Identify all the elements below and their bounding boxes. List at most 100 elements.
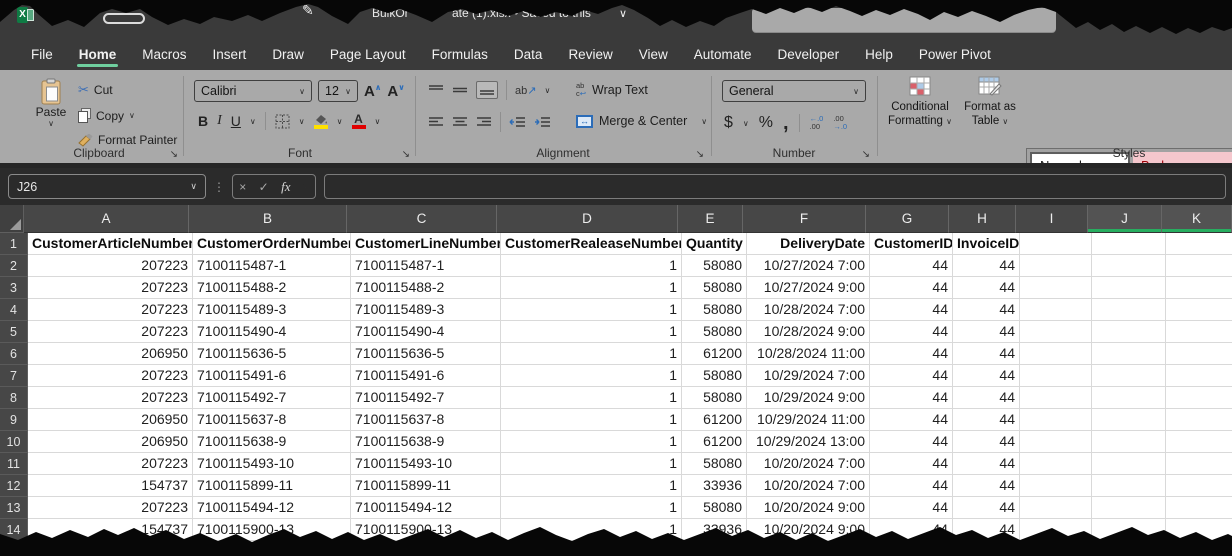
cell-H3[interactable]: 44 xyxy=(953,277,1020,299)
format-painter-button[interactable]: Format Painter xyxy=(78,133,177,147)
cell-H11[interactable]: 44 xyxy=(953,453,1020,475)
cell-I7[interactable] xyxy=(1020,365,1092,387)
cell-F11[interactable]: 10/20/2024 7:00 xyxy=(747,453,870,475)
cell-I10[interactable] xyxy=(1020,431,1092,453)
cell-I9[interactable] xyxy=(1020,409,1092,431)
cell-C9[interactable]: 7100115637-8 xyxy=(351,409,501,431)
cell-E7[interactable]: 58080 xyxy=(682,365,747,387)
cell-J11[interactable] xyxy=(1092,453,1166,475)
font-color-dropdown-icon[interactable]: ∨ xyxy=(375,117,381,126)
cell-G1[interactable]: CustomerID xyxy=(870,233,953,255)
align-center-button[interactable] xyxy=(452,116,468,128)
cell-E9[interactable]: 61200 xyxy=(682,409,747,431)
cell-G7[interactable]: 44 xyxy=(870,365,953,387)
cell-D13[interactable]: 1 xyxy=(501,497,682,519)
row-header-10[interactable]: 10 xyxy=(0,431,28,453)
font-name-combo[interactable]: Calibri∨ xyxy=(194,80,312,102)
cell-A7[interactable]: 207223 xyxy=(28,365,193,387)
tab-draw[interactable]: Draw xyxy=(259,40,317,70)
cell-A9[interactable]: 206950 xyxy=(28,409,193,431)
cell-J5[interactable] xyxy=(1092,321,1166,343)
cell-K4[interactable] xyxy=(1166,299,1232,321)
row-header-9[interactable]: 9 xyxy=(0,409,28,431)
increase-font-size-button[interactable]: A∧ xyxy=(364,83,381,100)
row-header-11[interactable]: 11 xyxy=(0,453,28,475)
underline-dropdown-icon[interactable]: ∨ xyxy=(250,117,256,126)
cell-F12[interactable]: 10/20/2024 7:00 xyxy=(747,475,870,497)
italic-button[interactable]: I xyxy=(217,113,222,129)
tab-page-layout[interactable]: Page Layout xyxy=(317,40,419,70)
cell-K1[interactable] xyxy=(1166,233,1232,255)
paste-dropdown-icon[interactable]: ∨ xyxy=(48,119,54,128)
cell-H2[interactable]: 44 xyxy=(953,255,1020,277)
increase-decimal-button[interactable]: ←.0.00 xyxy=(810,115,824,131)
increase-indent-button[interactable] xyxy=(534,116,551,128)
row-header-14[interactable]: 14 xyxy=(0,519,28,541)
cell-C12[interactable]: 7100115899-11 xyxy=(351,475,501,497)
percent-format-button[interactable]: % xyxy=(759,114,773,132)
align-top-button[interactable] xyxy=(428,84,444,96)
cell-E13[interactable]: 58080 xyxy=(682,497,747,519)
column-header-K[interactable]: K xyxy=(1162,205,1232,233)
cell-E5[interactable]: 58080 xyxy=(682,321,747,343)
enter-button[interactable]: ✓ xyxy=(259,180,269,194)
align-left-button[interactable] xyxy=(428,116,444,128)
cell-H6[interactable]: 44 xyxy=(953,343,1020,365)
cell-I11[interactable] xyxy=(1020,453,1092,475)
cell-F13[interactable]: 10/20/2024 9:00 xyxy=(747,497,870,519)
cell-H5[interactable]: 44 xyxy=(953,321,1020,343)
cell-E4[interactable]: 58080 xyxy=(682,299,747,321)
name-box-dropdown-icon[interactable]: ∨ xyxy=(190,181,197,192)
cell-E6[interactable]: 61200 xyxy=(682,343,747,365)
fill-color-dropdown-icon[interactable]: ∨ xyxy=(337,117,343,126)
cell-C7[interactable]: 7100115491-6 xyxy=(351,365,501,387)
cell-G10[interactable]: 44 xyxy=(870,431,953,453)
cell-G3[interactable]: 44 xyxy=(870,277,953,299)
cell-G14[interactable]: 44 xyxy=(870,519,953,541)
cell-J8[interactable] xyxy=(1092,387,1166,409)
cell-D6[interactable]: 1 xyxy=(501,343,682,365)
cell-C8[interactable]: 7100115492-7 xyxy=(351,387,501,409)
cancel-button[interactable]: × xyxy=(239,180,246,194)
cell-E11[interactable]: 58080 xyxy=(682,453,747,475)
column-header-I[interactable]: I xyxy=(1016,205,1088,233)
excel-app-icon[interactable]: X xyxy=(17,7,34,23)
font-size-combo[interactable]: 12∨ xyxy=(318,80,358,102)
cell-I13[interactable] xyxy=(1020,497,1092,519)
cell-G6[interactable]: 44 xyxy=(870,343,953,365)
cell-I5[interactable] xyxy=(1020,321,1092,343)
cell-B14[interactable]: 7100115900-13 xyxy=(193,519,351,541)
cell-A12[interactable]: 154737 xyxy=(28,475,193,497)
number-format-combo[interactable]: General∨ xyxy=(722,80,866,102)
cell-E1[interactable]: Quantity xyxy=(682,233,747,255)
cell-E8[interactable]: 58080 xyxy=(682,387,747,409)
cell-B7[interactable]: 7100115491-6 xyxy=(193,365,351,387)
borders-dropdown-icon[interactable]: ∨ xyxy=(299,117,305,126)
cell-D12[interactable]: 1 xyxy=(501,475,682,497)
cell-G5[interactable]: 44 xyxy=(870,321,953,343)
tab-power-pivot[interactable]: Power Pivot xyxy=(906,40,1004,70)
format-as-table-button[interactable]: Format as Table ∨ xyxy=(954,76,1026,129)
cell-E12[interactable]: 33936 xyxy=(682,475,747,497)
cell-D8[interactable]: 1 xyxy=(501,387,682,409)
row-header-3[interactable]: 3 xyxy=(0,277,28,299)
currency-format-button[interactable]: $ xyxy=(724,114,733,132)
cell-I4[interactable] xyxy=(1020,299,1092,321)
cell-F9[interactable]: 10/29/2024 11:00 xyxy=(747,409,870,431)
cell-I2[interactable] xyxy=(1020,255,1092,277)
merge-center-button[interactable]: ↔ Merge & Center ∨ xyxy=(576,114,707,128)
conditional-formatting-button[interactable]: Conditional Formatting ∨ xyxy=(884,76,956,129)
clipboard-dialog-launcher-icon[interactable]: ↘ xyxy=(170,150,178,160)
cell-I3[interactable] xyxy=(1020,277,1092,299)
row-header-13[interactable]: 13 xyxy=(0,497,28,519)
cell-H12[interactable]: 44 xyxy=(953,475,1020,497)
cell-D1[interactable]: CustomerRealeaseNumber xyxy=(501,233,682,255)
select-all-corner[interactable] xyxy=(0,205,24,233)
cell-H14[interactable]: 44 xyxy=(953,519,1020,541)
cell-C1[interactable]: CustomerLineNumber xyxy=(351,233,501,255)
cell-J7[interactable] xyxy=(1092,365,1166,387)
tab-file[interactable]: File xyxy=(18,40,66,70)
cell-B8[interactable]: 7100115492-7 xyxy=(193,387,351,409)
copy-dropdown-icon[interactable]: ∨ xyxy=(129,111,135,120)
cell-A1[interactable]: CustomerArticleNumber xyxy=(28,233,193,255)
